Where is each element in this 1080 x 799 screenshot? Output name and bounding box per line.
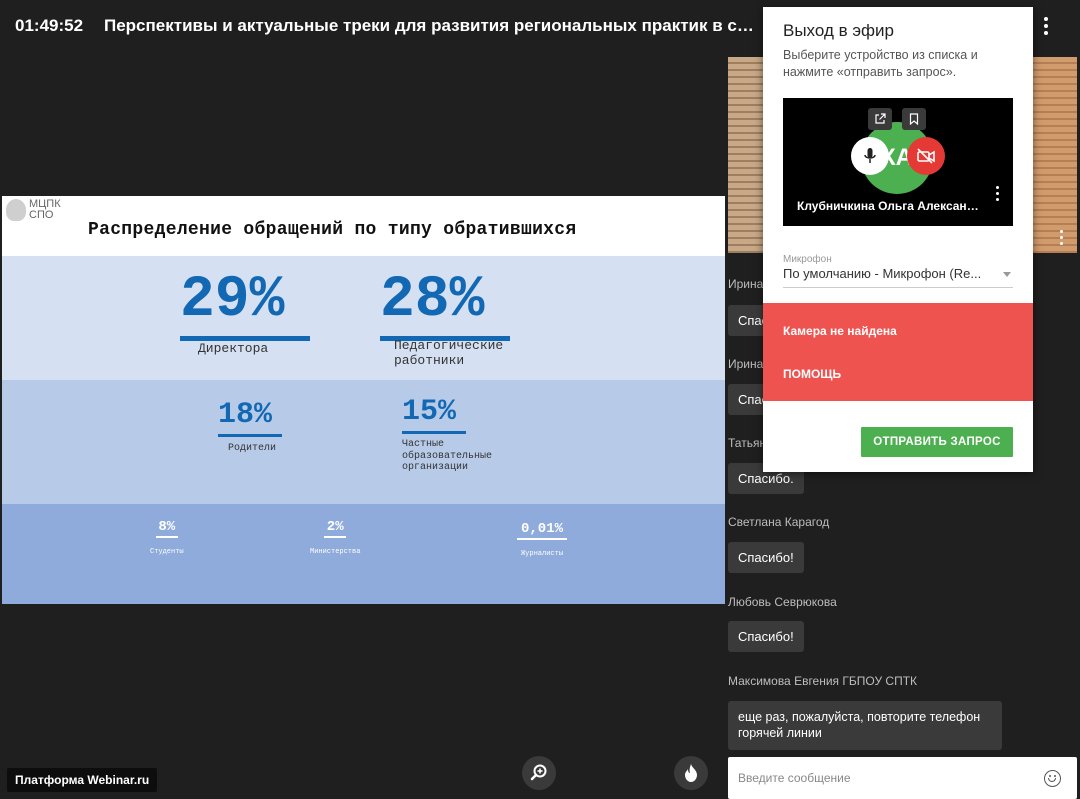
stat-journalists: 0,01% Журналисты <box>517 522 567 558</box>
platform-brand[interactable]: Платформа Webinar.ru <box>7 768 158 792</box>
reactions-button[interactable] <box>674 756 708 790</box>
stat-value: 28% <box>380 268 485 333</box>
video-menu-icon[interactable] <box>1060 230 1063 245</box>
fire-icon <box>685 764 697 782</box>
stat-teachers: 28% Педагогические работники <box>380 272 524 369</box>
stat-value: 8% <box>158 519 176 535</box>
chat-author: Ирина <box>728 277 764 291</box>
microphone-selected-value: По умолчанию - Микрофон (Re... <box>783 266 982 281</box>
stat-label: Журналисты <box>520 550 563 558</box>
stat-value: 18% <box>218 398 273 432</box>
dialog-title: Выход в эфир <box>783 21 894 40</box>
stat-value: 0,01% <box>520 521 563 537</box>
zoom-button[interactable] <box>522 756 556 790</box>
event-timer: 01:49:52 <box>15 16 84 35</box>
microphone-icon <box>864 148 876 163</box>
zoom-in-icon <box>530 764 547 781</box>
emoji-icon[interactable] <box>1044 770 1061 787</box>
pin-button[interactable] <box>902 108 926 130</box>
stat-value: 29% <box>180 268 285 333</box>
slide-band-bottom: 8% Студенты 2% Министерства 0,01% Журнал… <box>2 504 725 604</box>
chat-message: еще раз, пожалуйста, повторите телефон г… <box>728 701 1002 750</box>
camera-toggle-button[interactable] <box>907 137 945 175</box>
mic-toggle-button[interactable] <box>851 137 889 175</box>
stat-underline <box>155 536 178 538</box>
participant-name: Клубничкина Ольга Александ... <box>797 199 982 213</box>
stat-label: Студенты <box>150 548 184 556</box>
emblem-icon <box>6 199 26 221</box>
stat-label: Директора <box>198 341 269 356</box>
event-title: Перспективы и актуальные треки для разви… <box>104 16 754 35</box>
stat-students: 8% Студенты <box>150 520 184 556</box>
camera-off-icon <box>917 148 935 164</box>
chat-author: Максимова Евгения ГБПОУ СПТК <box>728 674 918 688</box>
microphone-select[interactable]: По умолчанию - Микрофон (Re... <box>783 266 1013 288</box>
help-link[interactable]: ПОМОЩЬ <box>783 367 841 381</box>
chat-message: Спасибо! <box>728 542 804 573</box>
stat-value: 2% <box>326 519 344 535</box>
slide-band-middle: 18% Родители 15% Частные образовательные… <box>2 380 725 504</box>
stat-label: Педагогические работники <box>394 338 504 368</box>
stat-label: Министерства <box>310 548 361 556</box>
stat-underline <box>324 536 347 538</box>
microphone-label: Микрофон <box>783 254 832 265</box>
dialog-description: Выберите устройство из списка и нажмите … <box>783 48 978 79</box>
presentation-slide: МЦПК СПО Распределение обращений по типу… <box>2 196 725 604</box>
stat-underline <box>402 431 466 434</box>
stat-value: 15% <box>402 395 457 429</box>
chat-message-input[interactable] <box>738 768 1028 788</box>
slide-header: МЦПК СПО Распределение обращений по типу… <box>2 196 725 256</box>
camera-error-banner: Камера не найдена ПОМОЩЬ <box>763 303 1033 401</box>
stat-label: Родители <box>228 443 277 454</box>
error-message: Камера не найдена <box>783 324 897 338</box>
external-link-icon <box>875 113 886 124</box>
chat-author: Светлана Карагод <box>728 515 830 529</box>
preview-menu-icon[interactable] <box>996 186 999 201</box>
bookmark-icon <box>909 113 919 125</box>
slide-title: Распределение обращений по типу обративш… <box>88 220 577 240</box>
popout-button[interactable] <box>868 108 892 130</box>
chat-author: Ирина <box>728 357 764 371</box>
camera-preview: КА Клубничкина Ольга Александ... <box>783 98 1013 226</box>
webcam-background <box>728 57 764 253</box>
chat-input-box[interactable] <box>728 757 1077 799</box>
chevron-down-icon <box>1003 272 1011 277</box>
send-request-button[interactable]: ОТПРАВИТЬ ЗАПРОС <box>861 427 1013 457</box>
chat-message: Спасибо! <box>728 621 804 652</box>
stat-underline <box>218 434 282 437</box>
stat-label: Частные образовательные организации <box>402 439 493 473</box>
webcam-background <box>1027 57 1077 253</box>
stat-directors: 29% Директора <box>180 272 310 357</box>
stat-parents: 18% Родители <box>218 400 282 455</box>
more-menu-icon[interactable] <box>1038 14 1054 38</box>
stat-underline <box>517 538 567 540</box>
chat-author: Любовь Севрюкова <box>728 595 837 609</box>
slide-logo-text: МЦПК СПО <box>29 198 61 221</box>
slide-logo: МЦПК СПО <box>6 199 73 221</box>
go-live-dialog: Выход в эфир Выберите устройство из спис… <box>763 7 1033 472</box>
stat-private-orgs: 15% Частные образовательные организации <box>402 397 507 474</box>
stat-ministries: 2% Министерства <box>310 520 360 556</box>
slide-band-top: 29% Директора 28% Педагогические работни… <box>2 256 725 380</box>
